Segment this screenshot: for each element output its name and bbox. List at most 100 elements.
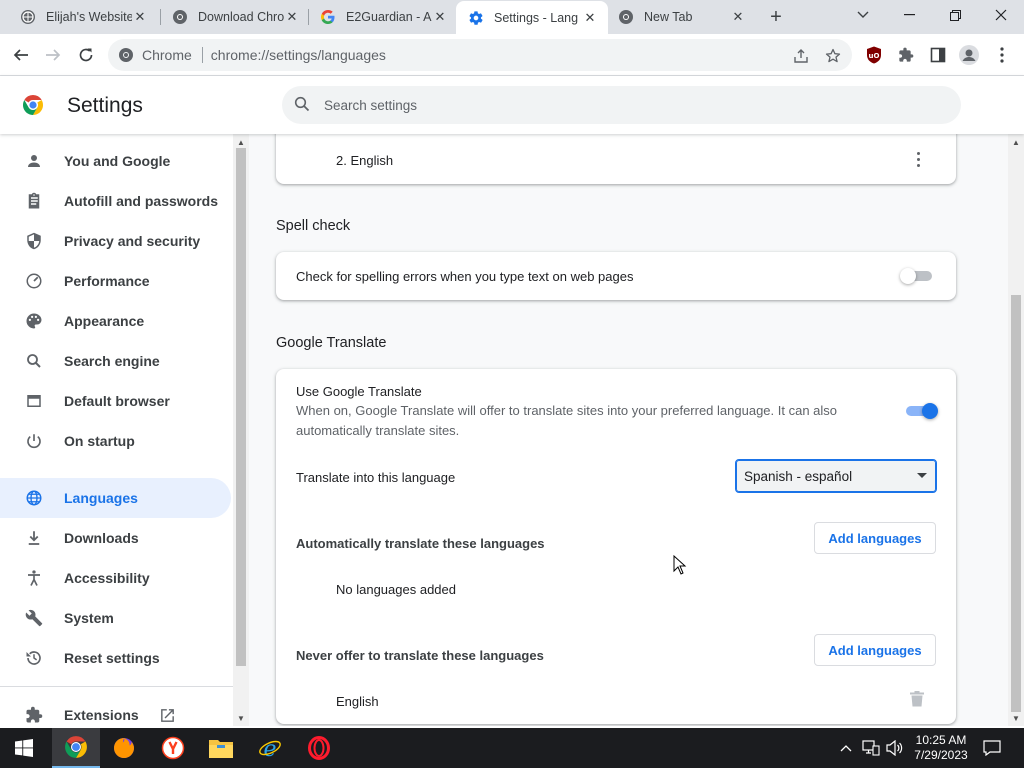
profile-avatar-icon[interactable] — [959, 45, 979, 65]
bookmark-star-icon[interactable] — [824, 47, 842, 65]
sidebar-item-reset-settings[interactable]: Reset settings — [0, 638, 231, 678]
svg-text:e: e — [263, 737, 276, 760]
notifications-icon[interactable] — [978, 728, 1006, 768]
tab-elijahs-website[interactable]: Elijah's Website ✕ — [8, 0, 158, 34]
side-panel-icon[interactable] — [928, 45, 948, 65]
sidebar-item-default-browser[interactable]: Default browser — [0, 381, 231, 421]
sidebar-item-label: Downloads — [64, 530, 139, 546]
volume-icon[interactable] — [884, 728, 906, 768]
sidebar-item-extensions[interactable]: Extensions — [0, 695, 231, 726]
tab-search-chevron-icon[interactable] — [840, 0, 886, 30]
sidebar-item-label: Performance — [64, 273, 150, 289]
puzzle-icon — [24, 705, 44, 725]
auto-translate-label: Automatically translate these languages — [296, 536, 545, 551]
sidebar-item-label: Default browser — [64, 393, 170, 409]
never-translate-label: Never offer to translate these languages — [296, 648, 544, 663]
taskbar-clock[interactable]: 10:25 AM 7/29/2023 — [905, 733, 977, 763]
no-languages-text: No languages added — [336, 582, 456, 597]
settings-gear-favicon-icon — [468, 10, 484, 26]
settings-search-box[interactable] — [282, 86, 961, 124]
new-tab-plus-icon[interactable]: + — [764, 5, 788, 29]
share-icon[interactable] — [792, 47, 810, 65]
clipboard-icon — [24, 191, 44, 211]
forward-arrow-icon[interactable] — [38, 40, 68, 70]
tab-title: New Tab — [644, 10, 693, 24]
tab-settings-languages[interactable]: Settings - Lang ✕ — [456, 1, 608, 34]
sidebar-item-search-engine[interactable]: Search engine — [0, 341, 231, 381]
windows-start-icon[interactable] — [0, 728, 48, 768]
toggle-knob — [900, 268, 916, 284]
search-input[interactable] — [324, 97, 884, 113]
scrollbar-thumb[interactable] — [236, 148, 246, 666]
taskbar-internet-explorer-icon[interactable]: e — [246, 728, 294, 768]
sidebar-item-privacy[interactable]: Privacy and security — [0, 221, 231, 261]
close-icon[interactable]: ✕ — [730, 9, 746, 25]
google-favicon-icon — [320, 9, 336, 25]
tray-chevron-up-icon[interactable] — [836, 728, 856, 768]
scroll-up-arrow-icon[interactable]: ▲ — [233, 136, 249, 148]
delete-trash-icon[interactable] — [910, 691, 924, 707]
reload-icon[interactable] — [71, 40, 101, 70]
sidebar-item-label: System — [64, 610, 114, 626]
close-icon[interactable]: ✕ — [132, 9, 148, 25]
select-value: Spanish - español — [744, 468, 853, 484]
extensions-puzzle-icon[interactable] — [896, 45, 916, 65]
back-arrow-icon[interactable] — [6, 40, 36, 70]
taskbar-opera-icon[interactable] — [295, 728, 343, 768]
scrollbar-thumb[interactable] — [1011, 295, 1021, 712]
person-icon — [24, 151, 44, 171]
taskbar-file-explorer-icon[interactable] — [197, 728, 245, 768]
sidebar-item-performance[interactable]: Performance — [0, 261, 231, 301]
close-icon[interactable]: ✕ — [432, 9, 448, 25]
sidebar-item-label: You and Google — [64, 153, 171, 169]
spell-check-toggle[interactable] — [900, 268, 934, 284]
sidebar-item-autofill[interactable]: Autofill and passwords — [0, 181, 231, 221]
url-text[interactable]: chrome://settings/languages — [211, 47, 386, 63]
sidebar-item-system[interactable]: System — [0, 598, 231, 638]
taskbar-firefox-icon[interactable] — [100, 728, 148, 768]
add-auto-translate-languages-button[interactable]: Add languages — [814, 522, 936, 554]
sidebar-item-languages[interactable]: Languages — [0, 478, 231, 518]
close-icon[interactable]: ✕ — [284, 9, 300, 25]
minimize-icon[interactable] — [886, 0, 932, 30]
more-vert-icon[interactable] — [908, 149, 928, 169]
palette-icon — [24, 311, 44, 331]
tab-new-tab[interactable]: New Tab ✕ — [606, 0, 756, 34]
scroll-up-arrow-icon[interactable]: ▲ — [1008, 136, 1024, 148]
add-never-translate-languages-button[interactable]: Add languages — [814, 634, 936, 666]
search-icon — [294, 96, 310, 115]
close-icon[interactable]: ✕ — [582, 10, 598, 26]
close-window-icon[interactable] — [978, 0, 1024, 30]
scroll-down-arrow-icon[interactable]: ▼ — [233, 712, 249, 724]
sidebar-item-downloads[interactable]: Downloads — [0, 518, 231, 558]
spell-check-card: Check for spelling errors when you type … — [276, 252, 956, 300]
sidebar-item-label: On startup — [64, 433, 135, 449]
mouse-cursor-icon — [673, 555, 687, 575]
kebab-menu-icon[interactable] — [992, 45, 1012, 65]
omnibox[interactable]: Chrome chrome://settings/languages — [108, 39, 852, 71]
tab-e2guardian[interactable]: E2Guardian - Ac ✕ — [308, 0, 458, 34]
translate-language-select[interactable]: Spanish - español — [735, 459, 937, 493]
google-translate-toggle[interactable] — [904, 403, 938, 419]
taskbar-chrome-icon[interactable] — [52, 728, 100, 768]
sidebar-item-you-and-google[interactable]: You and Google — [0, 141, 231, 181]
clock-date: 7/29/2023 — [914, 748, 968, 762]
preferred-languages-card: 2. English — [276, 134, 956, 184]
sidebar-scrollbar[interactable]: ▲ ▼ — [233, 134, 249, 726]
sidebar-item-on-startup[interactable]: On startup — [0, 421, 231, 461]
ublock-shield-icon[interactable]: uO — [864, 45, 884, 65]
chrome-favicon-icon — [618, 9, 634, 25]
main-scrollbar[interactable]: ▲ ▼ — [1008, 134, 1024, 726]
download-icon — [24, 528, 44, 548]
restore-icon[interactable] — [932, 0, 978, 30]
taskbar-yandex-icon[interactable] — [149, 728, 197, 768]
network-icon[interactable] — [860, 728, 882, 768]
chrome-favicon-icon — [172, 9, 188, 25]
scroll-down-arrow-icon[interactable]: ▼ — [1008, 712, 1024, 724]
open-in-new-icon — [159, 707, 176, 724]
sidebar-item-appearance[interactable]: Appearance — [0, 301, 231, 341]
sidebar-item-accessibility[interactable]: Accessibility — [0, 558, 231, 598]
sidebar-item-label: Extensions — [64, 707, 139, 723]
spell-check-label: Check for spelling errors when you type … — [296, 269, 634, 284]
tab-download-chrome[interactable]: Download Chro ✕ — [160, 0, 310, 34]
